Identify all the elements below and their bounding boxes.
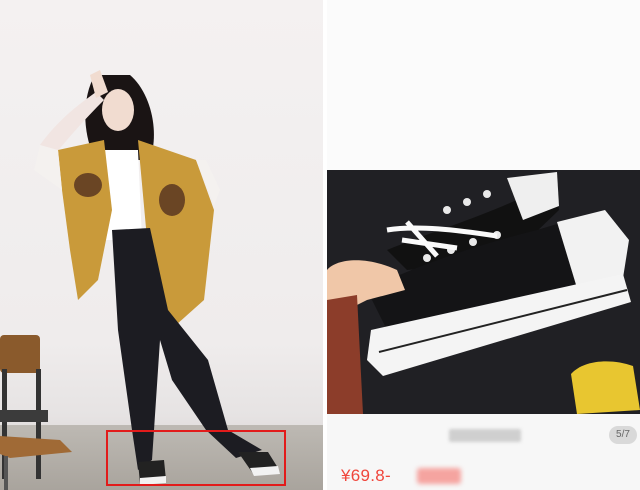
blank-area: [327, 0, 640, 170]
page-indicator: 5/7: [609, 426, 637, 444]
price-label: ¥69.8-: [341, 466, 392, 485]
blurred-title: [449, 429, 521, 442]
product-info-bar: 5/7 ¥69.8-: [327, 414, 640, 490]
shoe-highlight-box: [106, 430, 286, 486]
blurred-price: [417, 468, 461, 484]
fashion-photo: [0, 0, 323, 490]
product-panel: 5/7 ¥69.8-: [327, 0, 640, 490]
person-image: [34, 70, 280, 485]
sneaker-photo[interactable]: [327, 170, 640, 414]
